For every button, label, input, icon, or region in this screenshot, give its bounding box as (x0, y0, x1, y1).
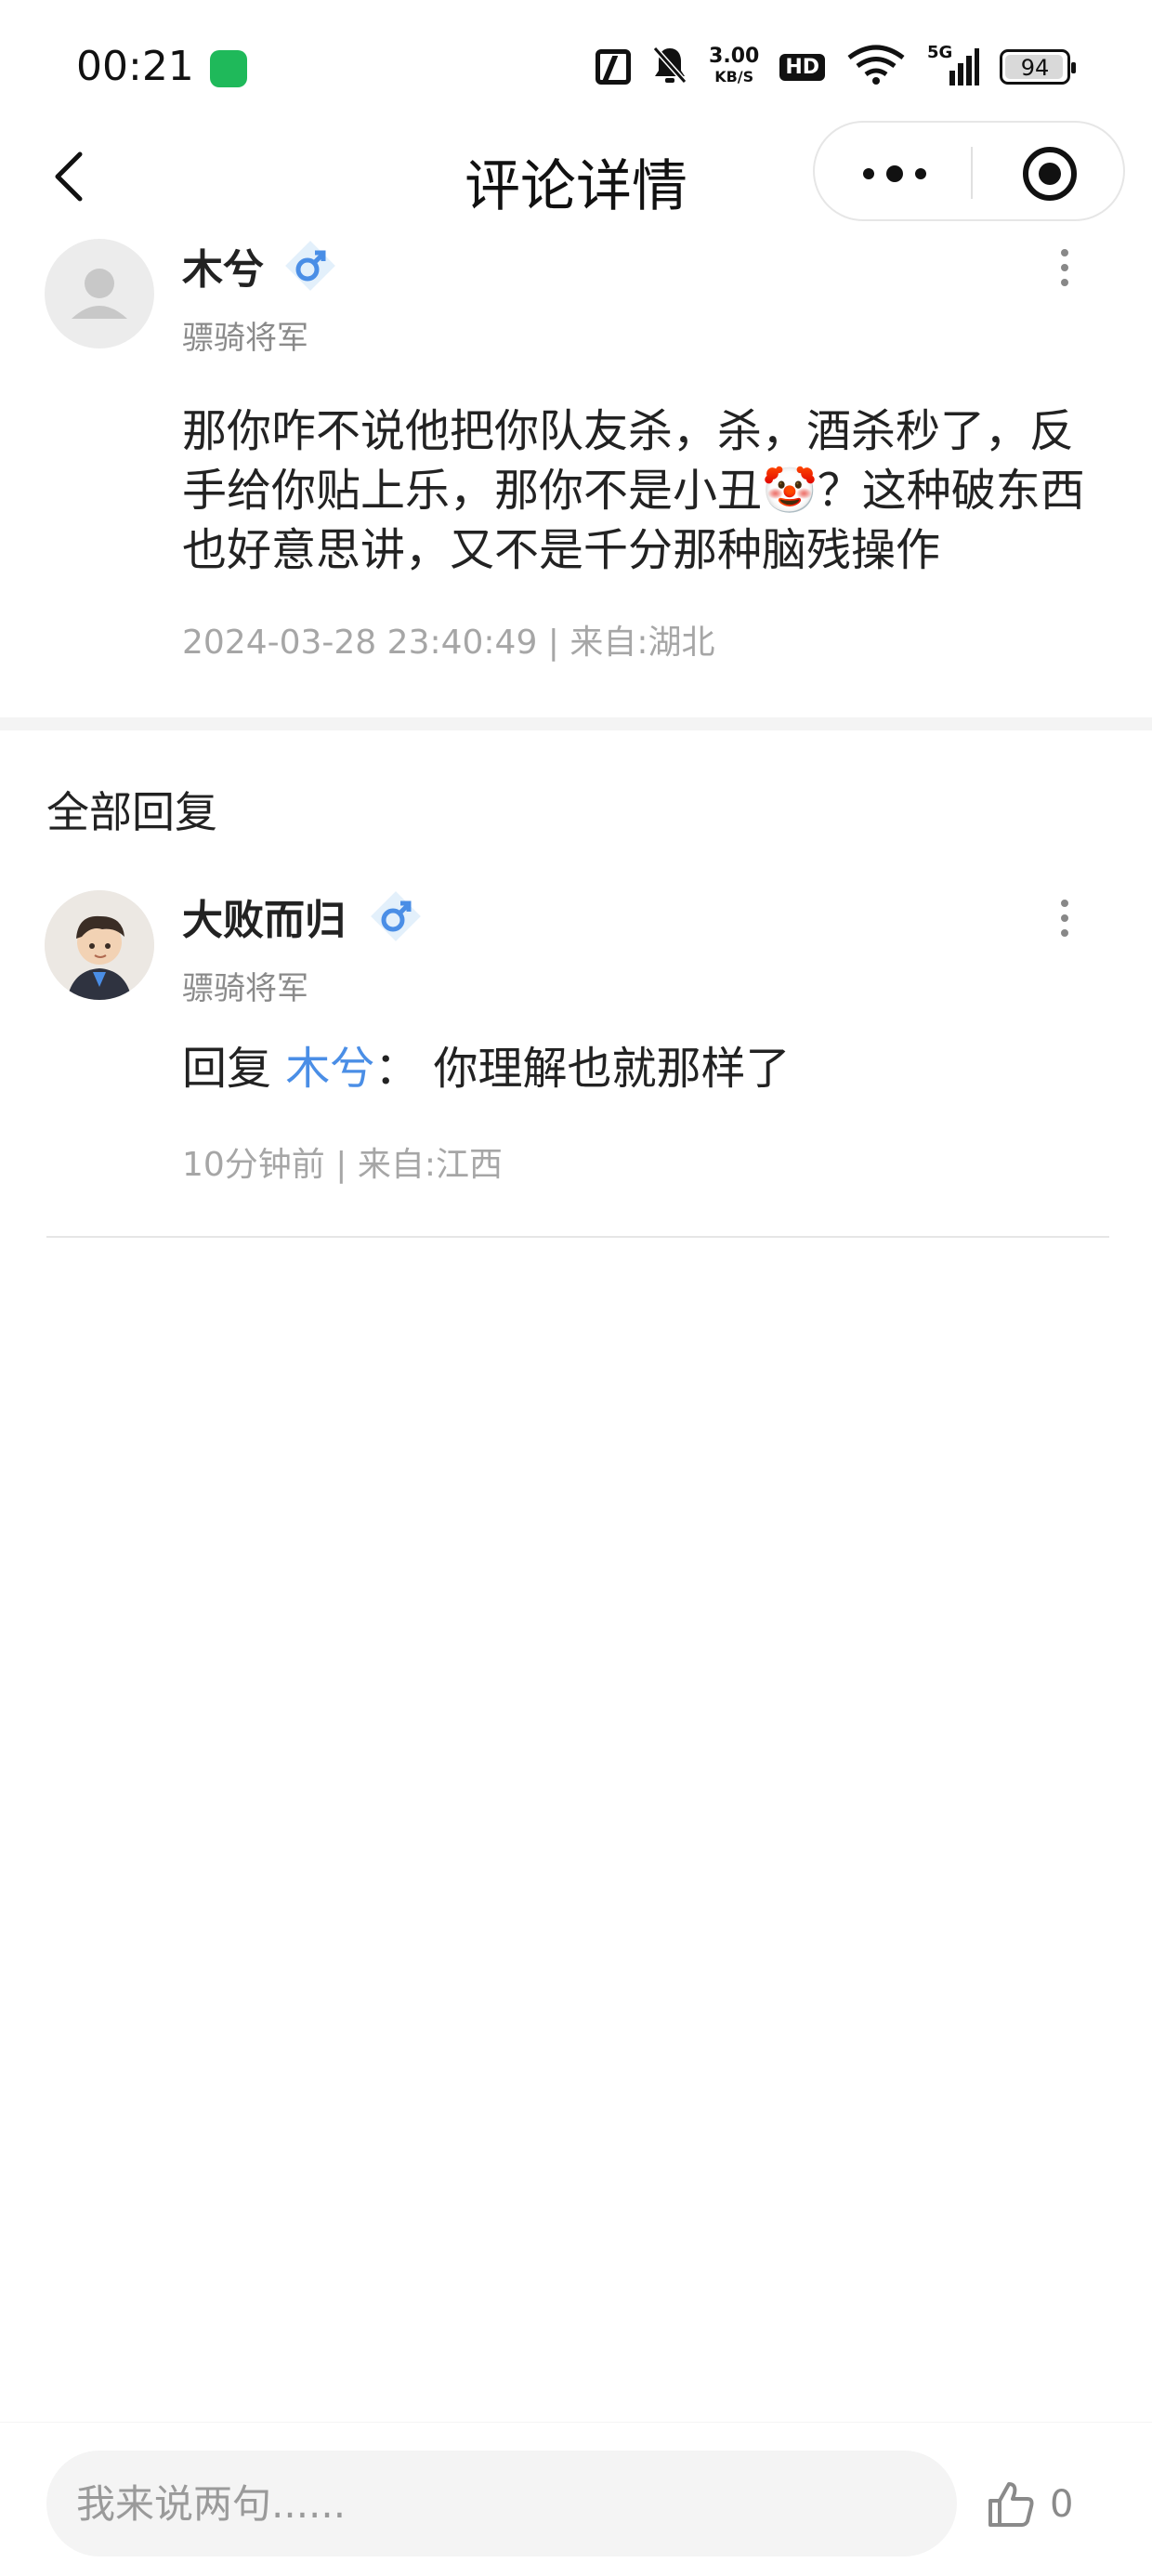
kebab-menu-icon (1061, 900, 1068, 937)
chevron-left-icon (55, 151, 83, 202)
cartoon-avatar-icon (45, 890, 154, 1000)
more-dots-icon (863, 165, 926, 182)
reply-prefix: 回复 (182, 1043, 286, 1095)
speed-value: 3.00 (709, 45, 760, 68)
cellular-signal-icon: 5G (927, 43, 979, 87)
reply-meta: 10分钟前 | 来自:江西 (182, 1146, 503, 1184)
thumbs-up-icon (988, 2482, 1034, 2527)
reply-text[interactable]: 回复 木兮： 你理解也就那样了 (182, 1039, 1111, 1098)
default-user-icon (72, 269, 127, 319)
kebab-menu-icon (1061, 249, 1068, 286)
mini-program-capsule (813, 121, 1125, 221)
comment-input[interactable] (46, 2451, 957, 2556)
hd-icon: HD (779, 53, 825, 81)
like-button[interactable]: 0 (985, 2469, 1106, 2540)
back-button[interactable] (43, 141, 98, 212)
wifi-icon (845, 45, 907, 89)
navigation-bar: 评论详情 (0, 121, 1152, 232)
bottom-input-bar: 0 (0, 2422, 1152, 2576)
reply-rank: 骠骑将军 (182, 970, 308, 1007)
battery-icon: 94 (1000, 49, 1076, 85)
list-end-divider (46, 1236, 1109, 1238)
avatar[interactable] (45, 890, 154, 1000)
male-badge (367, 887, 425, 945)
status-bar: 00:21 3.00 KB/S HD 5G 94 (0, 0, 1152, 121)
male-badge (281, 237, 339, 295)
app-notification-icon (210, 50, 247, 87)
comment-rank: 骠骑将军 (182, 320, 308, 357)
avatar[interactable] (45, 239, 154, 348)
comment-more-button[interactable] (1046, 242, 1083, 297)
close-mini-program-button[interactable] (1021, 145, 1079, 203)
reply-mention[interactable]: 木兮 (285, 1043, 374, 1095)
mute-icon (651, 45, 688, 89)
comment-detail-page: 00:21 3.00 KB/S HD 5G 94 评论详情 木兮 骠骑将军 那你… (0, 0, 1152, 2576)
reply-username[interactable]: 大败而归 (182, 887, 346, 946)
comment-username[interactable]: 木兮 (182, 236, 264, 296)
section-divider (0, 717, 1152, 730)
male-icon (285, 241, 335, 291)
status-time: 00:21 (76, 43, 194, 90)
battery-level: 94 (1020, 55, 1050, 81)
target-close-icon (1023, 147, 1077, 201)
more-options-button[interactable] (857, 151, 932, 197)
comment-meta: 2024-03-28 23:40:49 | 来自:湖北 (182, 624, 715, 662)
speed-unit: KB/S (714, 68, 754, 85)
nfc-icon (596, 49, 632, 85)
like-count: 0 (1050, 2483, 1074, 2526)
network-speed: 3.00 KB/S (709, 46, 759, 87)
reply-body: 你理解也就那样了 (419, 1043, 791, 1095)
male-icon (371, 891, 421, 941)
capsule-divider (971, 147, 973, 199)
reply-more-button[interactable] (1046, 892, 1083, 948)
status-icons: 3.00 KB/S HD 5G 94 (596, 41, 1076, 93)
replies-section-title: 全部回复 (46, 787, 217, 837)
comment-text: 那你咋不说他把你队友杀，杀，酒杀秒了，反手给你贴上乐，那你不是小丑🤡？这种破东西… (182, 405, 1085, 576)
reply-separator: ： (374, 1043, 420, 1095)
